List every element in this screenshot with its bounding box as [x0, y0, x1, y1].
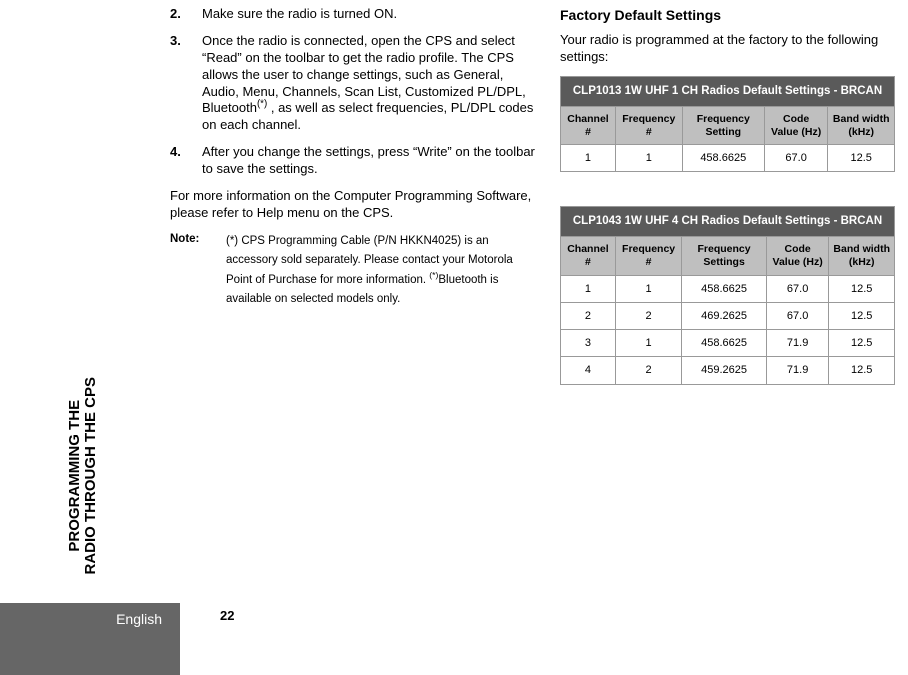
- table-col-freqsetting: Frequency Settings: [682, 237, 766, 275]
- table-col-freqnum: Frequency #: [615, 106, 682, 144]
- table-cell: 12.5: [828, 145, 895, 172]
- step-number: 3.: [170, 33, 202, 134]
- paragraph: Your radio is programmed at the factory …: [560, 32, 895, 66]
- table-row: 2 2 469.2625 67.0 12.5: [561, 302, 895, 329]
- table-cell: 1: [615, 275, 682, 302]
- table-cell: 3: [561, 330, 616, 357]
- step-number: 4.: [170, 144, 202, 178]
- table-cell: 71.9: [766, 357, 829, 384]
- table-cell: 12.5: [829, 330, 895, 357]
- table-col-freqsetting: Frequency Setting: [682, 106, 764, 144]
- table-header-row: Channel # Frequency # Frequency Setting …: [561, 106, 895, 144]
- footnote-marker: (*): [257, 99, 267, 110]
- table-cell: 1: [561, 275, 616, 302]
- table-cell: 12.5: [829, 357, 895, 384]
- left-column: 2. Make sure the radio is turned ON. 3. …: [170, 6, 540, 310]
- table-cell: 71.9: [766, 330, 829, 357]
- table-cell: 12.5: [829, 275, 895, 302]
- table-row: 1 1 458.6625 67.0 12.5: [561, 275, 895, 302]
- table-cell: 67.0: [766, 275, 829, 302]
- step-text: After you change the settings, press “Wr…: [202, 144, 540, 178]
- step-list: 2. Make sure the radio is turned ON. 3. …: [170, 6, 540, 178]
- table-body: 1 1 458.6625 67.0 12.5 2 2 469.2625 67.0…: [561, 275, 895, 384]
- table-col-channel: Channel #: [561, 237, 616, 275]
- table-cell: 12.5: [829, 302, 895, 329]
- table-cell: 1: [615, 330, 682, 357]
- table-col-bandwidth: Band width (kHz): [828, 106, 895, 144]
- note-block: Note: (*) CPS Programming Cable (P/N HKK…: [170, 232, 540, 310]
- table-body: 1 1 458.6625 67.0 12.5: [561, 145, 895, 172]
- table-title: CLP1013 1W UHF 1 CH Radios Default Setti…: [561, 76, 895, 106]
- table-cell: 67.0: [764, 145, 828, 172]
- note-text: (*) CPS Programming Cable (P/N HKKN4025)…: [226, 232, 540, 310]
- table-col-codevalue: Code Value (Hz): [766, 237, 829, 275]
- language-block: English: [0, 603, 180, 675]
- table-cell: 458.6625: [682, 275, 766, 302]
- table-row: 1 1 458.6625 67.0 12.5: [561, 145, 895, 172]
- side-section-label: PROGRAMMING THERADIO THROUGH THE CPS: [67, 377, 99, 575]
- settings-table-1: CLP1013 1W UHF 1 CH Radios Default Setti…: [560, 76, 895, 172]
- step-item: 2. Make sure the radio is turned ON.: [170, 6, 540, 23]
- table-cell: 2: [615, 357, 682, 384]
- step-number: 2.: [170, 6, 202, 23]
- table-cell: 1: [561, 145, 616, 172]
- side-section-tab: PROGRAMMING THERADIO THROUGH THE CPS: [64, 348, 102, 603]
- note-label: Note:: [170, 232, 226, 310]
- table-col-bandwidth: Band width (kHz): [829, 237, 895, 275]
- table-col-codevalue: Code Value (Hz): [764, 106, 828, 144]
- table-col-freqnum: Frequency #: [615, 237, 682, 275]
- table-cell: 458.6625: [682, 145, 764, 172]
- right-column: Factory Default Settings Your radio is p…: [560, 6, 895, 419]
- step-text: Make sure the radio is turned ON.: [202, 6, 540, 23]
- table-cell: 67.0: [766, 302, 829, 329]
- table-cell: 469.2625: [682, 302, 766, 329]
- table-cell: 458.6625: [682, 330, 766, 357]
- table-cell: 2: [615, 302, 682, 329]
- table-col-channel: Channel #: [561, 106, 616, 144]
- paragraph: For more information on the Computer Pro…: [170, 188, 540, 222]
- table-cell: 2: [561, 302, 616, 329]
- section-heading: Factory Default Settings: [560, 6, 895, 24]
- table-row: 4 2 459.2625 71.9 12.5: [561, 357, 895, 384]
- step-item: 3. Once the radio is connected, open the…: [170, 33, 540, 134]
- table-title-row: CLP1043 1W UHF 4 CH Radios Default Setti…: [561, 207, 895, 237]
- table-row: 3 1 458.6625 71.9 12.5: [561, 330, 895, 357]
- page-number: 22: [220, 608, 234, 623]
- footnote-marker: (*): [429, 270, 438, 280]
- step-item: 4. After you change the settings, press …: [170, 144, 540, 178]
- settings-table-2: CLP1043 1W UHF 4 CH Radios Default Setti…: [560, 206, 895, 384]
- table-header-row: Channel # Frequency # Frequency Settings…: [561, 237, 895, 275]
- table-title-row: CLP1013 1W UHF 1 CH Radios Default Setti…: [561, 76, 895, 106]
- table-cell: 4: [561, 357, 616, 384]
- language-label: English: [116, 611, 162, 627]
- page-root: PROGRAMMING THERADIO THROUGH THE CPS Eng…: [0, 0, 908, 675]
- table-title: CLP1043 1W UHF 4 CH Radios Default Setti…: [561, 207, 895, 237]
- table-cell: 1: [615, 145, 682, 172]
- step-text: Once the radio is connected, open the CP…: [202, 33, 540, 134]
- table-cell: 459.2625: [682, 357, 766, 384]
